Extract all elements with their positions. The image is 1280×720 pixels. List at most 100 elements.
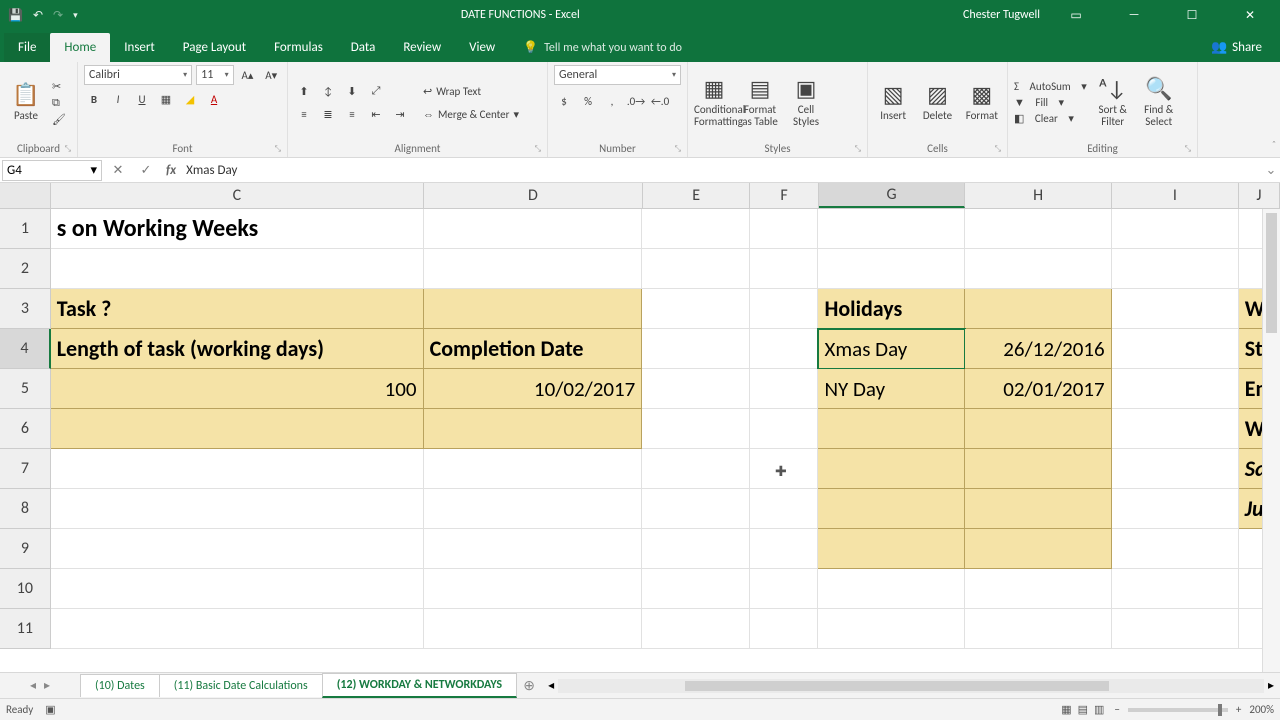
decrease-font-icon[interactable]: A▾: [261, 65, 281, 85]
cell-G5[interactable]: NY Day: [818, 369, 965, 409]
cell-G1[interactable]: [818, 209, 965, 249]
copy-icon[interactable]: ⧉: [52, 96, 60, 110]
tab-page-layout[interactable]: Page Layout: [169, 33, 260, 62]
cell-F4[interactable]: [750, 329, 819, 369]
insert-cells-button[interactable]: ▧Insert: [874, 83, 912, 121]
bold-button[interactable]: B: [84, 89, 104, 109]
conditional-formatting-button[interactable]: ▦Conditional Formatting: [694, 77, 734, 127]
cell-I9[interactable]: [1112, 529, 1239, 569]
cell-C3[interactable]: Task ?: [51, 289, 424, 329]
col-header-E[interactable]: E: [643, 183, 750, 208]
cell-I2[interactable]: [1112, 249, 1239, 289]
cell-H5[interactable]: 02/01/2017: [965, 369, 1112, 409]
worksheet-area[interactable]: CDEFGHIJ1s on Working Weeks23Task ?Holid…: [0, 183, 1280, 672]
cell-C11[interactable]: [51, 609, 424, 649]
cancel-formula-icon[interactable]: ✕: [104, 163, 132, 178]
align-top-icon[interactable]: ⬆: [294, 81, 314, 101]
sheet-tab-1[interactable]: (10) Dates: [80, 674, 160, 697]
cell-styles-button[interactable]: ▣Cell Styles: [786, 77, 826, 127]
save-icon[interactable]: 💾: [8, 8, 23, 23]
qat-more-icon[interactable]: ▾: [73, 10, 78, 21]
cell-E2[interactable]: [642, 249, 750, 289]
row-header-5[interactable]: 5: [0, 369, 51, 409]
clear-button[interactable]: ◧ Clear ▾: [1014, 112, 1074, 125]
cell-F6[interactable]: [750, 409, 819, 449]
cell-H3[interactable]: [965, 289, 1112, 329]
cell-C5[interactable]: 100: [51, 369, 424, 409]
increase-font-icon[interactable]: A▴: [238, 65, 258, 85]
delete-cells-button[interactable]: ▨Delete: [918, 83, 956, 121]
wrap-text-button[interactable]: ↩Wrap Text: [416, 81, 488, 101]
sheet-tab-2[interactable]: (11) Basic Date Calculations: [159, 674, 323, 697]
new-sheet-button[interactable]: ⊕: [516, 677, 542, 694]
cell-H6[interactable]: [965, 409, 1112, 449]
format-painter-icon[interactable]: 🖌: [52, 113, 66, 126]
cell-D1[interactable]: [424, 209, 643, 249]
cell-C10[interactable]: [51, 569, 424, 609]
cell-I7[interactable]: [1112, 449, 1239, 489]
cell-E8[interactable]: [642, 489, 750, 529]
cell-G8[interactable]: [818, 489, 965, 529]
cell-C9[interactable]: [51, 529, 424, 569]
cell-C6[interactable]: [51, 409, 424, 449]
tab-scroll-left-icon[interactable]: ◂: [30, 678, 36, 693]
cell-F11[interactable]: [750, 609, 819, 649]
cell-G11[interactable]: [818, 609, 965, 649]
view-page-break-icon[interactable]: ▥: [1094, 703, 1104, 716]
zoom-level[interactable]: 200%: [1249, 703, 1274, 716]
col-header-H[interactable]: H: [965, 183, 1112, 208]
cell-G4[interactable]: Xmas Day: [818, 329, 965, 369]
cell-D10[interactable]: [424, 569, 643, 609]
tab-view[interactable]: View: [455, 33, 509, 62]
cell-E6[interactable]: [642, 409, 750, 449]
cell-G9[interactable]: [818, 529, 965, 569]
share-button[interactable]: 👥 Share: [1197, 33, 1276, 62]
decrease-decimal-icon[interactable]: ←.0: [650, 91, 670, 111]
cell-I3[interactable]: [1112, 289, 1239, 329]
orientation-icon[interactable]: ⤢: [366, 81, 386, 101]
cell-D5[interactable]: 10/02/2017: [424, 369, 643, 409]
row-header-1[interactable]: 1: [0, 209, 51, 249]
cell-F1[interactable]: [750, 209, 819, 249]
tab-insert[interactable]: Insert: [110, 33, 169, 62]
cell-G7[interactable]: [818, 449, 965, 489]
cell-I6[interactable]: [1112, 409, 1239, 449]
row-header-10[interactable]: 10: [0, 569, 51, 609]
sort-filter-button[interactable]: ᴬ↓Sort & Filter: [1093, 77, 1133, 127]
tab-data[interactable]: Data: [337, 33, 390, 62]
tab-scroll-right-icon[interactable]: ▸: [44, 678, 50, 693]
col-header-D[interactable]: D: [424, 183, 643, 208]
font-color-button[interactable]: A: [204, 89, 224, 109]
format-cells-button[interactable]: ▩Format: [963, 83, 1001, 121]
cell-F8[interactable]: [750, 489, 819, 529]
hscroll-right-icon[interactable]: ▸: [1268, 678, 1274, 693]
cell-D11[interactable]: [424, 609, 643, 649]
zoom-slider[interactable]: [1128, 708, 1228, 712]
cell-I8[interactable]: [1112, 489, 1239, 529]
zoom-out-icon[interactable]: −: [1114, 703, 1119, 716]
italic-button[interactable]: I: [108, 89, 128, 109]
horizontal-scrollbar[interactable]: ◂ ▸: [542, 678, 1280, 693]
cell-G10[interactable]: [818, 569, 965, 609]
vertical-scrollbar[interactable]: [1262, 209, 1280, 672]
col-header-J[interactable]: J: [1239, 183, 1280, 208]
cell-D6[interactable]: [424, 409, 643, 449]
cell-G2[interactable]: [818, 249, 965, 289]
cell-E11[interactable]: [642, 609, 750, 649]
format-as-table-button[interactable]: ▤Format as Table: [740, 77, 780, 127]
sheet-tab-3[interactable]: (12) WORKDAY & NETWORKDAYS: [322, 673, 517, 698]
cell-H9[interactable]: [965, 529, 1112, 569]
view-page-layout-icon[interactable]: ▤: [1078, 703, 1088, 716]
font-name-select[interactable]: Calibri▾: [84, 65, 192, 85]
cell-I11[interactable]: [1112, 609, 1239, 649]
row-header-8[interactable]: 8: [0, 489, 51, 529]
align-right-icon[interactable]: ≡: [342, 104, 362, 124]
align-left-icon[interactable]: ≡: [294, 104, 314, 124]
cell-D3[interactable]: [424, 289, 643, 329]
cell-G3[interactable]: Holidays: [818, 289, 965, 329]
row-header-11[interactable]: 11: [0, 609, 51, 649]
cell-F3[interactable]: [750, 289, 819, 329]
cell-E10[interactable]: [642, 569, 750, 609]
comma-format-icon[interactable]: ,: [602, 91, 622, 111]
cell-H8[interactable]: [965, 489, 1112, 529]
